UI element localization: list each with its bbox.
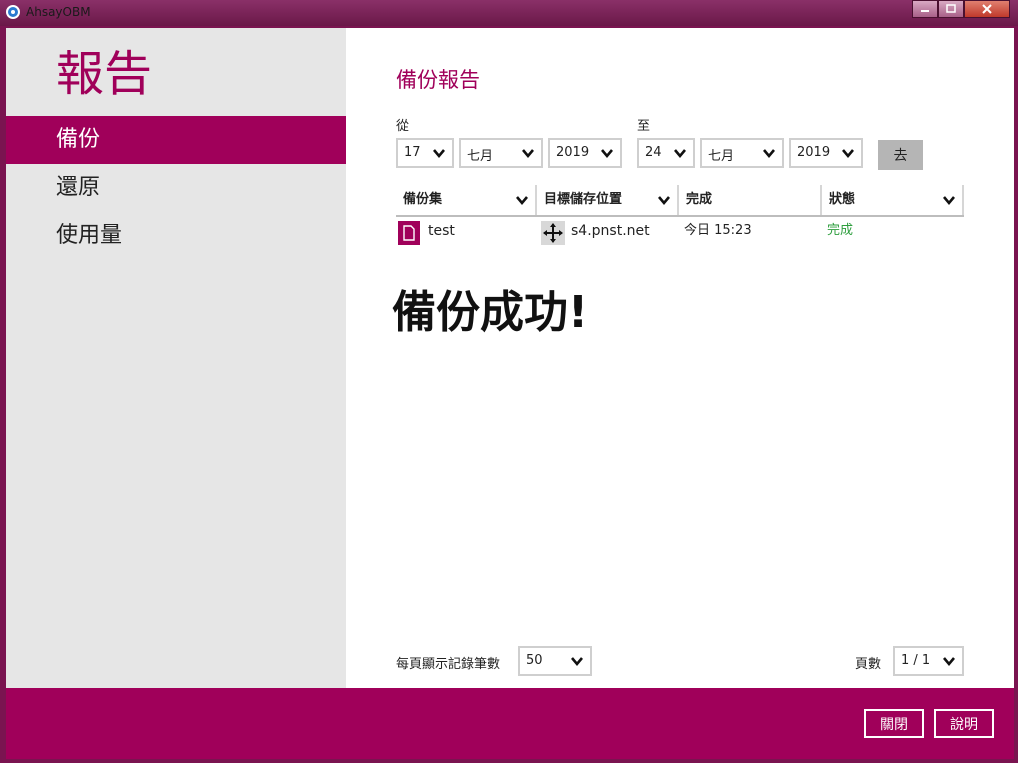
title-bar[interactable]: AhsayOBM <box>0 0 1018 26</box>
close-icon <box>982 4 992 14</box>
per-page-select[interactable]: 50 <box>518 646 592 676</box>
sidebar-item-restore[interactable]: 還原 <box>6 164 346 212</box>
chevron-down-icon <box>842 149 854 159</box>
footer-bar: 關閉 說明 <box>6 688 1014 759</box>
from-month-value: 七月 <box>467 149 494 164</box>
table-row[interactable]: test s4.pnst.net 今日 15:23 完成 <box>396 218 964 246</box>
column-header-backup-set[interactable]: 備份集 <box>396 185 537 215</box>
column-label: 完成 <box>686 192 713 207</box>
page-label: 頁數 <box>855 657 882 672</box>
main-content: 備份報告 從 至 17 七月 2019 24 七月 2019 去 備份集 目標儲… <box>346 28 1014 688</box>
page-value: 1 / 1 <box>901 653 931 668</box>
column-label: 目標儲存位置 <box>544 192 623 207</box>
chevron-down-icon <box>516 196 528 206</box>
maximize-icon <box>946 4 956 13</box>
chevron-down-icon <box>433 149 445 159</box>
column-header-status[interactable]: 狀態 <box>822 185 964 215</box>
per-page-label: 每頁顯示記錄筆數 <box>396 657 501 672</box>
sidebar-title: 報告 <box>56 46 153 102</box>
chevron-down-icon <box>658 196 670 206</box>
move-icon <box>541 221 565 245</box>
maximize-button[interactable] <box>938 0 964 18</box>
page-title: 備份報告 <box>396 68 480 92</box>
to-day-select[interactable]: 24 <box>637 138 695 168</box>
column-label: 備份集 <box>403 192 443 207</box>
minimize-icon <box>921 10 929 12</box>
page-select[interactable]: 1 / 1 <box>893 646 964 676</box>
go-button[interactable]: 去 <box>878 140 923 170</box>
from-month-select[interactable]: 七月 <box>459 138 543 168</box>
sidebar-item-usage[interactable]: 使用量 <box>6 212 346 260</box>
from-label: 從 <box>396 119 410 134</box>
destination-name: s4.pnst.net <box>571 223 650 239</box>
to-month-select[interactable]: 七月 <box>700 138 784 168</box>
close-window-button[interactable] <box>964 0 1010 18</box>
destination-cell: s4.pnst.net <box>541 218 679 246</box>
chevron-down-icon <box>943 196 955 206</box>
chevron-down-icon <box>674 149 686 159</box>
to-month-value: 七月 <box>708 149 735 164</box>
to-year-value: 2019 <box>797 145 831 160</box>
column-label: 狀態 <box>829 192 856 207</box>
window-controls <box>912 0 1010 19</box>
minimize-button[interactable] <box>912 0 938 18</box>
sidebar-item-backup[interactable]: 備份 <box>6 116 346 164</box>
help-button[interactable]: 說明 <box>934 709 994 738</box>
app-title: AhsayOBM <box>26 5 91 19</box>
success-message: 備份成功! <box>392 287 589 338</box>
per-page-value: 50 <box>526 653 543 668</box>
status-cell: 完成 <box>827 223 854 238</box>
backup-set-name: test <box>428 223 455 239</box>
table-header: 備份集 目標儲存位置 完成 狀態 <box>396 185 964 217</box>
chevron-down-icon <box>571 657 583 667</box>
to-label: 至 <box>637 119 651 134</box>
close-button[interactable]: 關閉 <box>864 709 924 738</box>
chevron-down-icon <box>943 657 955 667</box>
app-window: 報告 備份 還原 使用量 備份報告 從 至 17 七月 2019 24 七月 2… <box>6 28 1014 759</box>
column-header-completed[interactable]: 完成 <box>679 185 822 215</box>
file-icon <box>398 221 420 245</box>
chevron-down-icon <box>601 149 613 159</box>
from-day-value: 17 <box>404 145 421 160</box>
to-year-select[interactable]: 2019 <box>789 138 863 168</box>
column-header-destination[interactable]: 目標儲存位置 <box>537 185 679 215</box>
to-day-value: 24 <box>645 145 662 160</box>
chevron-down-icon <box>763 149 775 159</box>
from-year-select[interactable]: 2019 <box>548 138 622 168</box>
completed-cell: 今日 15:23 <box>684 223 752 238</box>
backup-set-cell: test <box>398 218 534 246</box>
sidebar: 報告 備份 還原 使用量 <box>6 28 346 688</box>
from-day-select[interactable]: 17 <box>396 138 454 168</box>
app-logo-icon <box>6 5 20 19</box>
chevron-down-icon <box>522 149 534 159</box>
from-year-value: 2019 <box>556 145 590 160</box>
